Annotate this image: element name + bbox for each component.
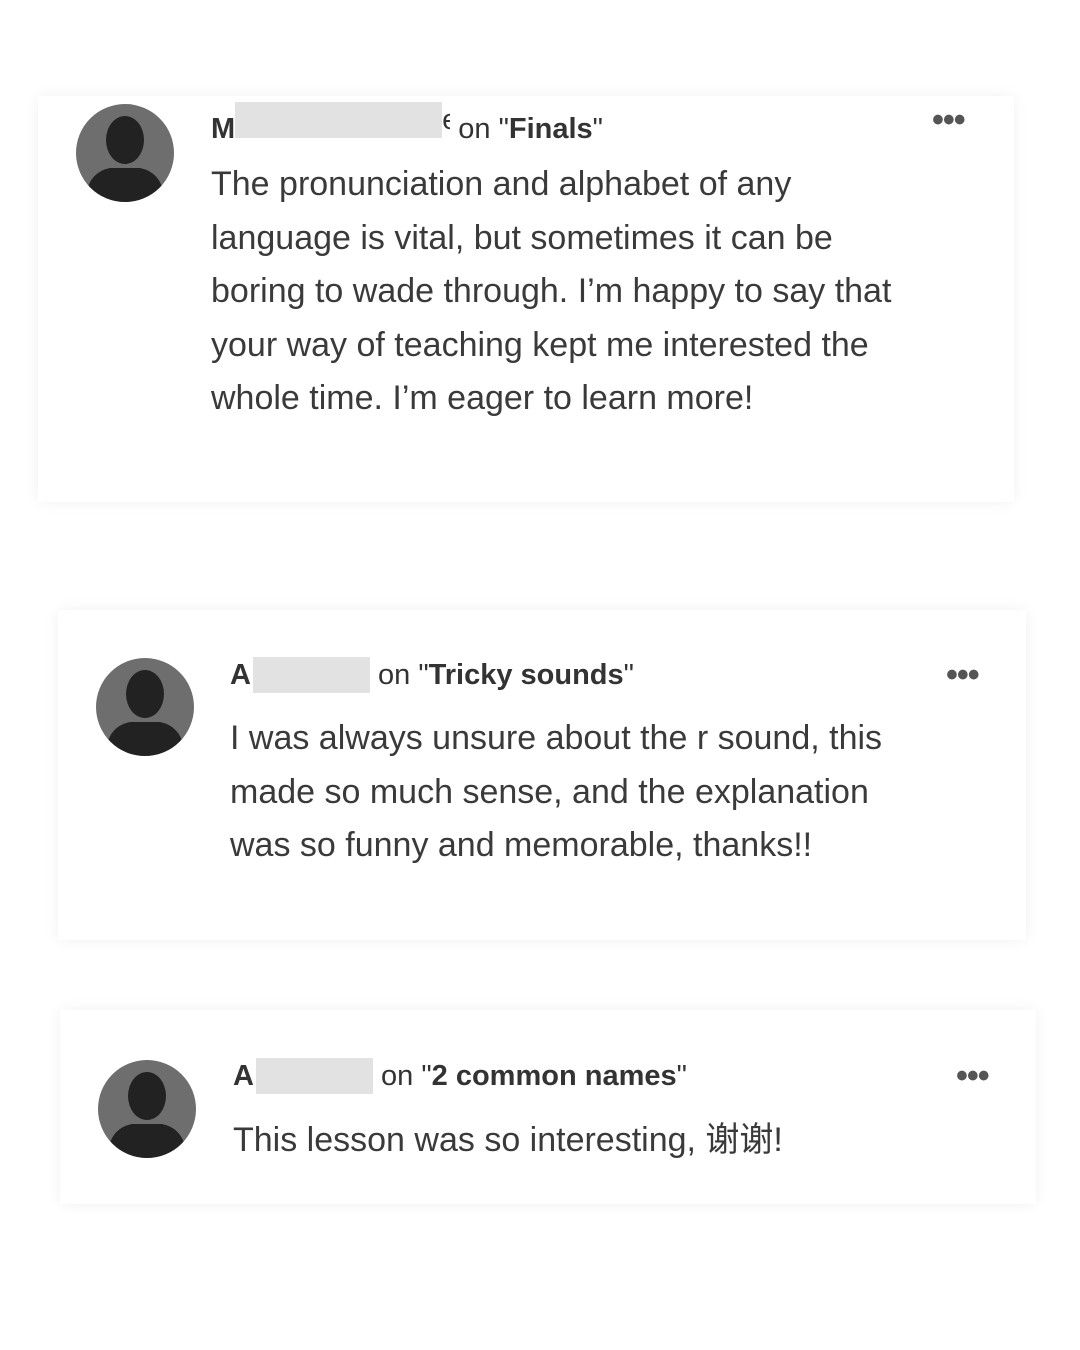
redacted-name	[235, 102, 443, 138]
quote-close: "	[676, 1060, 687, 1092]
more-horizontal-icon: •••	[946, 656, 980, 694]
lesson-link[interactable]: Tricky sounds	[429, 659, 624, 691]
quote-open: "	[498, 113, 509, 145]
comment-header: A on "Tricky sounds"	[230, 657, 634, 693]
avatar[interactable]	[76, 104, 174, 202]
on-label: on	[378, 659, 411, 691]
author-name[interactable]: A	[230, 659, 251, 691]
comment-card	[60, 1010, 1036, 1204]
avatar[interactable]	[96, 658, 194, 756]
more-options-button[interactable]: •••	[946, 658, 980, 692]
quote-close: "	[623, 659, 634, 691]
comment-header: Me on "Finals"	[211, 102, 603, 145]
comment-text: This lesson was so interesting, 谢谢!	[233, 1121, 783, 1159]
comment-header: A on "2 common names"	[233, 1058, 687, 1094]
comment-text: The pronunciation and alphabet of any la…	[211, 165, 892, 418]
user-silhouette-icon	[76, 104, 174, 202]
on-label: on	[381, 1060, 414, 1092]
author-name-tail: e	[442, 102, 450, 138]
quote-open: "	[418, 659, 429, 691]
on-label: on	[458, 113, 491, 145]
lesson-link[interactable]: 2 common names	[432, 1060, 677, 1092]
redacted-name	[252, 657, 370, 693]
avatar[interactable]	[98, 1060, 196, 1158]
user-silhouette-icon	[98, 1060, 196, 1158]
more-horizontal-icon: •••	[932, 101, 966, 139]
more-options-button[interactable]: •••	[932, 103, 966, 137]
redacted-name	[255, 1058, 373, 1094]
quote-open: "	[421, 1060, 432, 1092]
author-name[interactable]: M	[211, 113, 235, 145]
more-horizontal-icon: •••	[956, 1057, 990, 1095]
more-options-button[interactable]: •••	[956, 1059, 990, 1093]
quote-close: "	[592, 113, 603, 145]
comment-text: I was always unsure about the r sound, t…	[230, 719, 883, 865]
user-silhouette-icon	[96, 658, 194, 756]
lesson-link[interactable]: Finals	[509, 113, 593, 145]
author-name[interactable]: A	[233, 1060, 254, 1092]
